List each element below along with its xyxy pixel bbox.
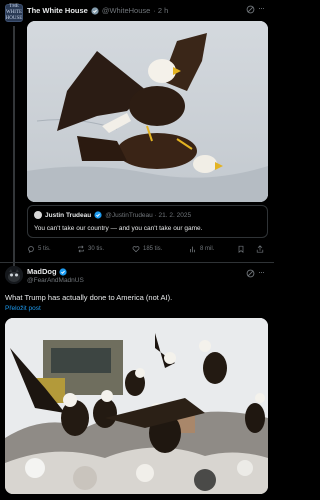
verified-gray-icon [91,6,99,15]
post-white-house[interactable]: THE WHITE HOUSE The White House @WhiteHo… [0,0,274,266]
quoted-header: Justin Trudeau @JustinTrudeau · 21. 2. 2… [45,211,191,219]
more-options-icon[interactable]: ··· [258,267,265,277]
dog-avatar-icon [5,266,23,284]
verified-icon [58,267,67,276]
views-count: 8 mil. [200,246,215,252]
maddog-avatar[interactable] [5,266,23,284]
avatar-logo-text: THE WHITE HOUSE [5,4,23,21]
bookmark-button[interactable] [237,245,245,253]
verified-icon [94,211,102,219]
quoted-author: Justin Trudeau [45,211,92,219]
white-house-avatar[interactable]: THE WHITE HOUSE [5,4,23,22]
quoted-text: You can't take our country — and you can… [34,225,203,232]
post2-header: MadDog [27,267,67,276]
share-icon [256,245,264,253]
post-actions: 5 tis. 30 tis. 185 tis. 8 mil. [27,244,268,256]
views-button[interactable]: 8 mil. [189,245,214,253]
grok-icon[interactable] [246,5,255,14]
repost-count: 30 tis. [88,246,105,252]
grok-icon[interactable] [246,269,255,278]
author-name[interactable]: The White House [27,6,88,15]
eagles-on-landfill-photo [5,318,268,494]
reply-count: 5 tis. [38,246,51,252]
heart-icon [132,246,140,253]
author-handle[interactable]: @WhiteHouse [102,6,150,15]
quoted-post[interactable]: Justin Trudeau @JustinTrudeau · 21. 2. 2… [27,205,268,238]
reply-icon [28,246,34,253]
repost-button[interactable]: 30 tis. [77,245,104,253]
post-time[interactable]: · 2 h [153,6,168,15]
share-button[interactable] [256,245,264,253]
thread-line [13,26,15,266]
post-header: The White House @WhiteHouse · 2 h [27,6,168,15]
post-photo-landfill[interactable] [5,318,268,494]
quoted-handle-date: @JustinTrudeau · 21. 2. 2025 [105,211,192,219]
like-button[interactable]: 185 tis. [132,245,162,253]
author-handle[interactable]: @FearAndMadnUS [27,277,84,284]
repost-icon [78,245,84,253]
post-divider [0,262,274,263]
views-chart-icon [190,246,195,253]
author-name[interactable]: MadDog [27,267,57,276]
like-count: 185 tis. [143,246,163,252]
eagles-fighting-on-ice-photo [27,21,268,202]
post-photo-eagles[interactable] [27,21,268,202]
reply-button[interactable]: 5 tis. [27,245,51,253]
translate-post-link[interactable]: Přeložit post [5,305,41,312]
bookmark-icon [238,245,244,253]
trudeau-avatar [34,211,42,219]
more-options-icon[interactable]: ··· [258,3,265,13]
post-text: What Trump has actually done to America … [5,293,173,302]
